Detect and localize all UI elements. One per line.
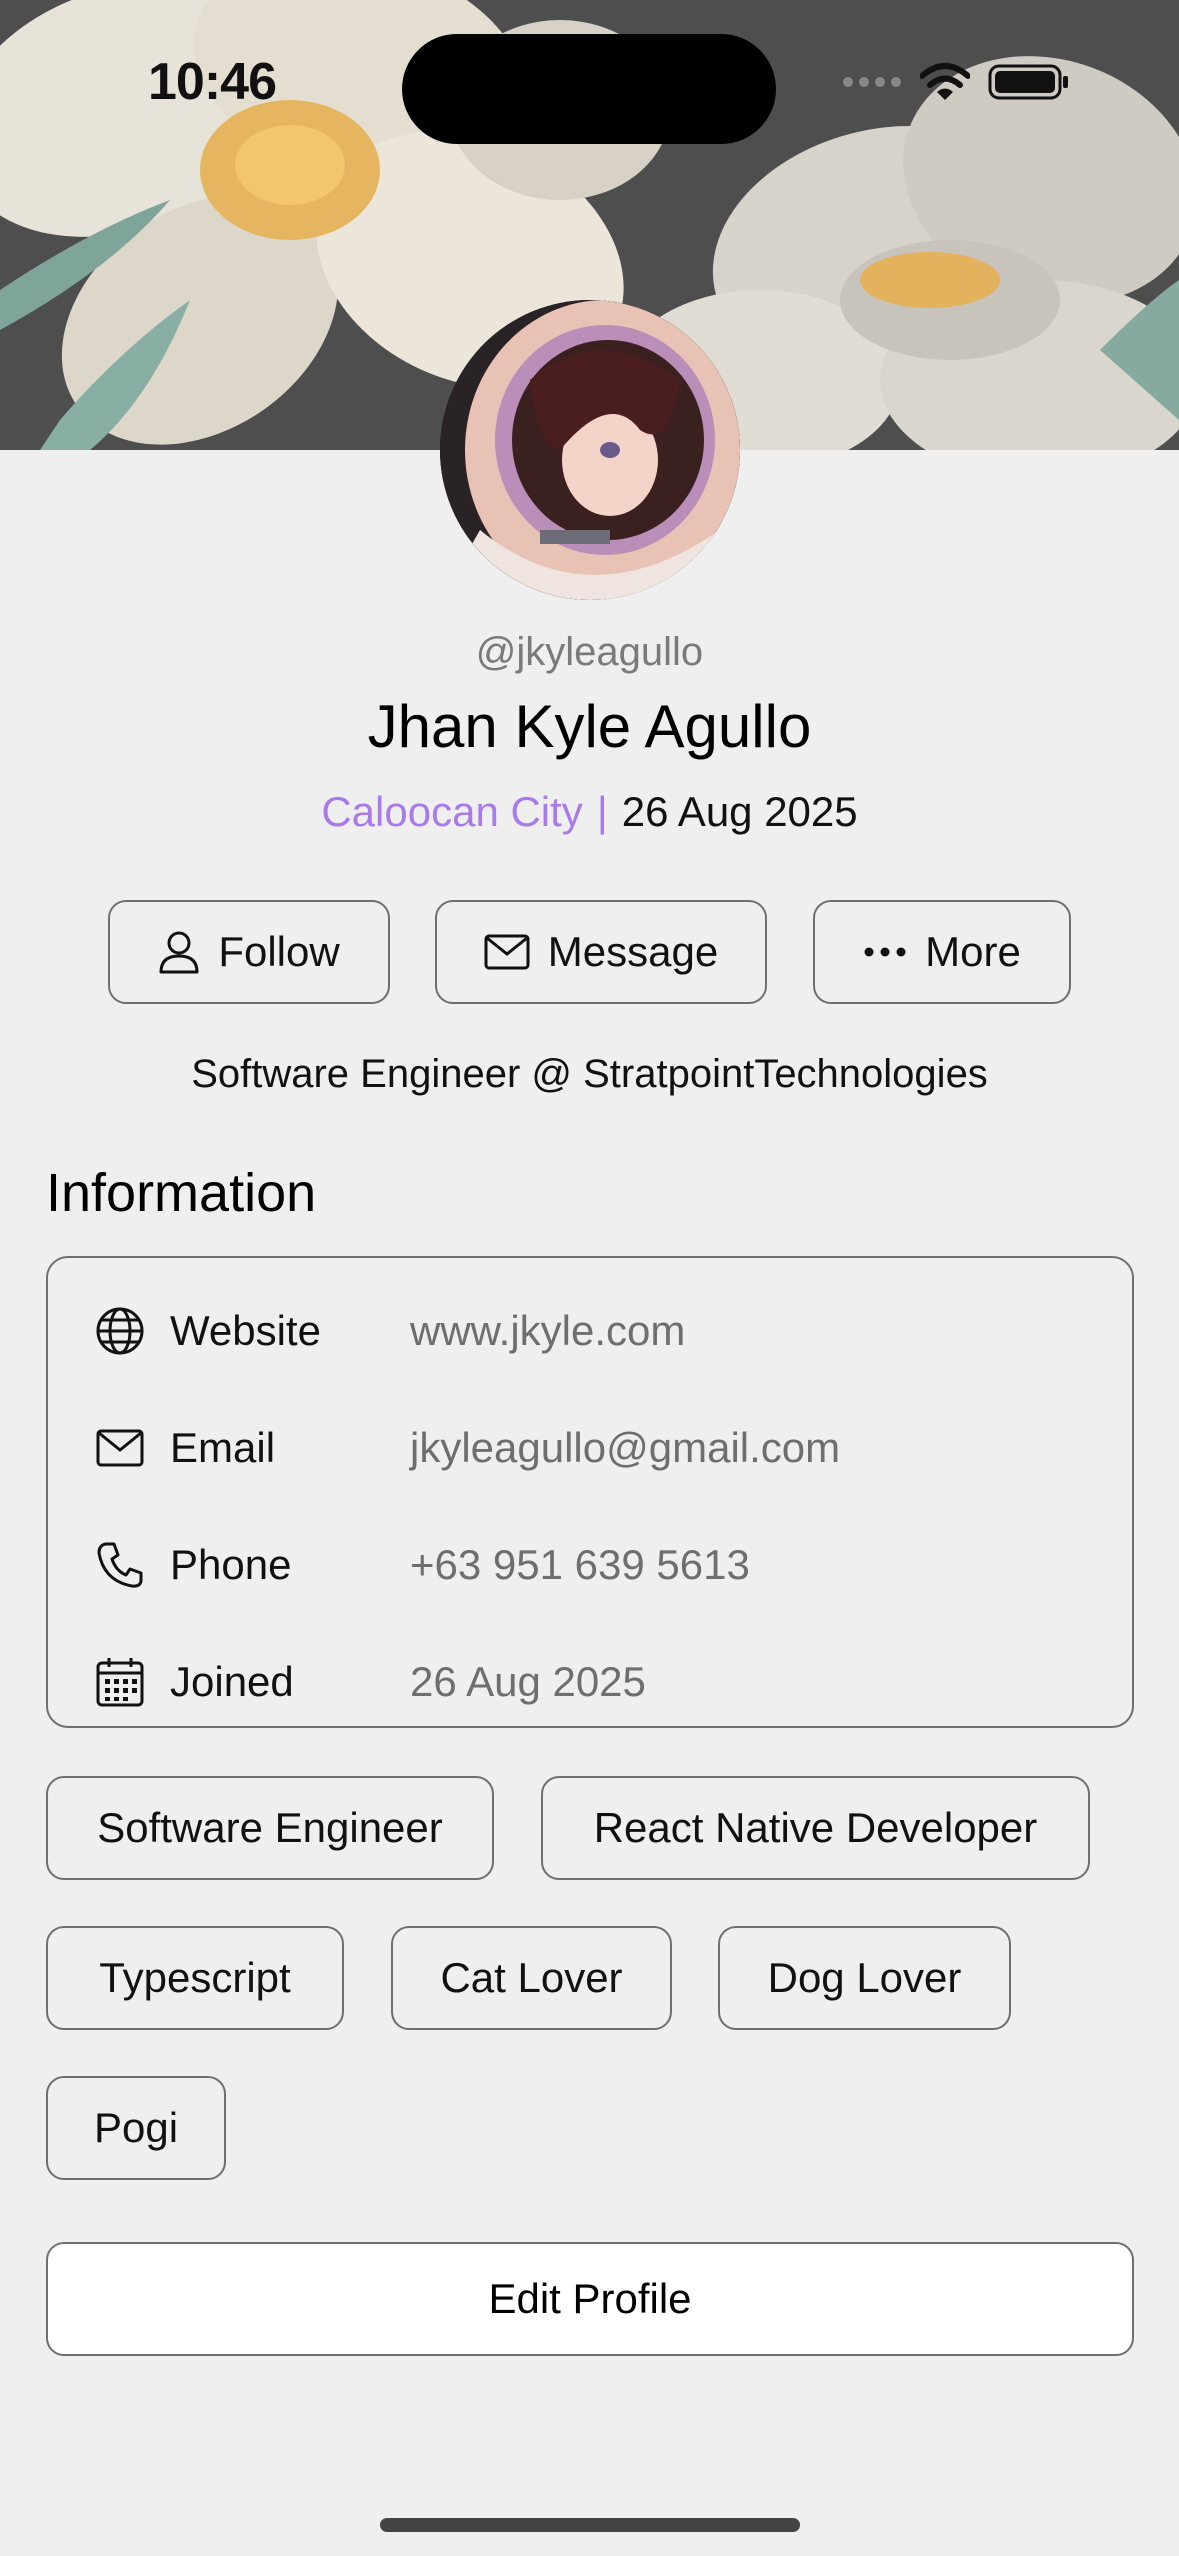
globe-icon xyxy=(94,1305,146,1357)
battery-icon xyxy=(988,64,1068,100)
city-link[interactable]: Caloocan City xyxy=(321,788,582,835)
info-label: Phone xyxy=(170,1540,292,1588)
status-icons xyxy=(842,62,1070,102)
tag-chip[interactable]: Dog Lover xyxy=(718,1926,1011,2030)
more-button[interactable]: More xyxy=(813,900,1071,1004)
avatar[interactable] xyxy=(440,300,740,600)
edit-profile-button[interactable]: Edit Profile xyxy=(46,2242,1134,2356)
info-label: Email xyxy=(170,1423,276,1471)
username-handle: @jkyleagullo xyxy=(475,630,704,674)
info-label: Joined xyxy=(170,1657,294,1705)
follow-button[interactable]: Follow xyxy=(108,900,390,1004)
tag-chip[interactable]: Typescript xyxy=(46,1926,344,2030)
profile-date: 26 Aug 2025 xyxy=(621,788,858,835)
tag-chip[interactable]: Software Engineer xyxy=(46,1776,494,1880)
status-time: 10:46 xyxy=(148,53,277,111)
information-card: Website www.jkyle.com Email jkyleagullo@… xyxy=(46,1256,1134,1728)
tag-chip[interactable]: React Native Developer xyxy=(541,1776,1090,1880)
info-row-joined: Joined 26 Aug 2025 xyxy=(48,1623,1132,1740)
calendar-icon xyxy=(94,1656,146,1708)
info-label: Website xyxy=(170,1306,321,1354)
meta-separator: | xyxy=(596,788,608,835)
message-label: Message xyxy=(547,928,719,975)
profile-meta: Caloocan City | 26 Aug 2025 xyxy=(0,788,1179,836)
profile-bio: Software Engineer @ StratpointTechnologi… xyxy=(191,1052,988,1096)
info-row-website[interactable]: Website www.jkyle.com xyxy=(48,1272,1132,1389)
tag-chip[interactable]: Cat Lover xyxy=(391,1926,672,2030)
information-title: Information xyxy=(46,1163,317,1223)
ellipsis-icon xyxy=(864,947,906,957)
mail-icon xyxy=(484,934,530,970)
more-label: More xyxy=(925,928,1021,975)
profile-name: Jhan Kyle Agullo xyxy=(367,693,812,760)
home-indicator[interactable] xyxy=(380,2518,800,2532)
info-value[interactable]: jkyleagullo@gmail.com xyxy=(410,1424,840,1472)
info-row-phone[interactable]: Phone +63 951 639 5613 xyxy=(48,1506,1132,1623)
follow-label: Follow xyxy=(218,928,340,975)
info-value[interactable]: +63 951 639 5613 xyxy=(410,1541,750,1589)
info-row-email[interactable]: Email jkyleagullo@gmail.com xyxy=(48,1389,1132,1506)
tag-chip[interactable]: Pogi xyxy=(46,2076,226,2180)
signal-icon xyxy=(843,77,901,87)
dynamic-island xyxy=(402,34,776,144)
person-icon xyxy=(159,931,199,974)
wifi-icon xyxy=(920,63,970,100)
message-button[interactable]: Message xyxy=(435,900,767,1004)
info-value[interactable]: www.jkyle.com xyxy=(410,1307,685,1355)
phone-icon xyxy=(94,1539,146,1591)
info-value: 26 Aug 2025 xyxy=(410,1657,646,1705)
mail-icon xyxy=(94,1422,146,1474)
